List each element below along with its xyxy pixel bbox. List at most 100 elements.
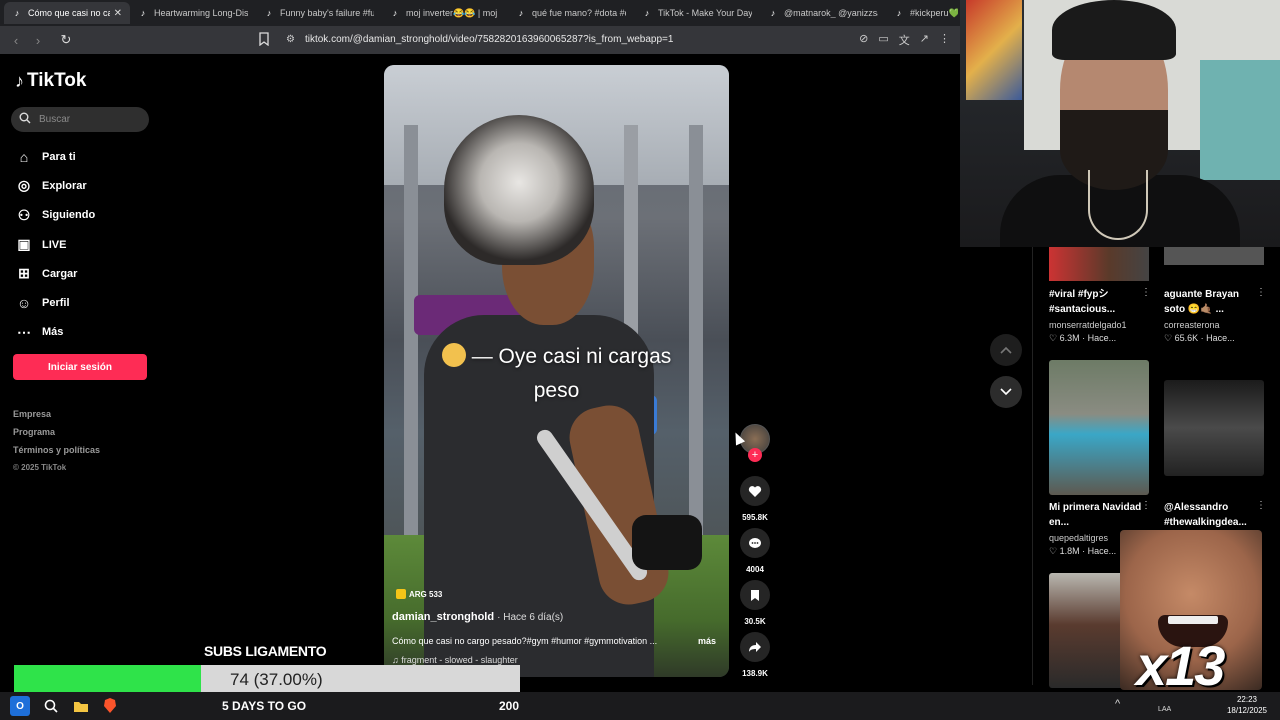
caption-line-1: — Oye casi ni cargas (471, 345, 672, 368)
sidebar-item-cargar[interactable]: ⊞ Cargar (14, 259, 95, 288)
related-title[interactable]: aguante Brayan soto 😁🤙🏽 ... (1164, 287, 1259, 317)
related-thumbnail[interactable] (1049, 247, 1149, 281)
related-thumbnail[interactable] (1164, 380, 1264, 476)
related-title[interactable]: #viral #fypシ #santacious... (1049, 287, 1144, 317)
related-divider (1032, 245, 1033, 685)
brave-browser-icon[interactable] (100, 696, 120, 716)
clock[interactable]: 22:23 18/12/2025 (1224, 694, 1270, 716)
previous-video-button[interactable] (990, 334, 1022, 366)
related-title[interactable]: @Alessandro #thewalkingdea... (1164, 500, 1259, 530)
sidebar-item-siguiendo[interactable]: ⚇ Siguiendo (14, 201, 95, 230)
language-indicator[interactable]: LAA (1158, 706, 1171, 713)
post-time: · Hace 6 día(s) (497, 612, 564, 623)
tray-expand-icon[interactable]: ^ (1115, 698, 1120, 710)
footer-link-empresa[interactable]: Empresa (13, 408, 100, 426)
browser-tab[interactable]: ♪ @matnarok_ @yanizzsala (760, 2, 886, 24)
save-action[interactable]: 30.5K (740, 580, 770, 626)
browser-tab[interactable]: ♪ Funny baby's failure #funn (256, 2, 382, 24)
share-count: 138.9K (742, 669, 768, 678)
browser-tab-active[interactable]: ♪ Cómo que casi no car ✕ (4, 2, 130, 24)
search-input[interactable] (39, 114, 139, 125)
related-stats: ♡ 6.3M · Hace... (1049, 333, 1117, 343)
video-player[interactable]: — Oye casi ni cargas peso ARG 533 damian… (384, 65, 729, 677)
search-box[interactable] (11, 107, 149, 132)
tab-label: TikTok - Make Your Day (658, 8, 752, 18)
bookmark-icon[interactable] (740, 580, 770, 610)
forward-icon[interactable]: › (28, 30, 48, 50)
sidebar-item-mas[interactable]: ⋯ Más (14, 318, 95, 347)
url-field[interactable]: ⚙ tiktok.com/@damian_stronghold/video/758… (286, 34, 673, 45)
search-icon (19, 112, 31, 127)
footer-link-terminos[interactable]: Términos y políticas (13, 444, 100, 462)
browser-tab[interactable]: ♪ Heartwarming Long-Dista (130, 2, 256, 24)
related-menu-icon[interactable]: ⋮ (1141, 287, 1151, 298)
tiktok-favicon-icon: ♪ (392, 8, 398, 18)
video-description: Cómo que casi no cargo pesado?#gym #humo… (392, 636, 658, 646)
save-count: 30.5K (744, 617, 766, 626)
comment-icon[interactable] (740, 528, 770, 558)
related-menu-icon[interactable]: ⋮ (1256, 287, 1266, 298)
location-badge[interactable]: ARG 533 (396, 589, 442, 599)
video-author[interactable]: damian_stronghold · Hace 6 día(s) (392, 611, 563, 623)
browser-tab[interactable]: ♪ moj inverter😂😂 | moj in (382, 2, 508, 24)
related-user[interactable]: monserratdelgado1 (1049, 320, 1127, 330)
related-thumbnail[interactable] (1049, 360, 1149, 495)
compass-icon: ◎ (17, 177, 31, 194)
screen: ♪ Cómo que casi no car ✕ ♪ Heartwarming … (0, 0, 1280, 720)
home-icon: ⌂ (19, 148, 29, 165)
translate-icon[interactable]: 文 (899, 32, 910, 48)
search-taskbar-icon[interactable] (41, 696, 61, 716)
share-arrow-icon[interactable] (740, 632, 770, 662)
related-menu-icon[interactable]: ⋮ (1141, 500, 1151, 511)
sidebar-item-label: Cargar (42, 267, 78, 280)
browser-tab[interactable]: ♪ qué fue mano? #dota #do (508, 2, 634, 24)
music-track[interactable]: ♫ fragment - slowed - slaughter (392, 655, 518, 665)
extensions-icon[interactable]: ⋮ (939, 32, 950, 48)
meme-multiplier: x13 (1136, 634, 1225, 697)
sidebar-item-explorar[interactable]: ◎ Explorar (14, 171, 95, 200)
webcam-streamer-hat (1052, 0, 1176, 60)
sidebar-item-para-ti[interactable]: ⌂ Para ti (14, 142, 95, 171)
days-to-go: 5 DAYS TO GO (222, 699, 307, 713)
sidebar-item-live[interactable]: ▣ LIVE (14, 230, 95, 259)
related-thumbnail[interactable] (1164, 247, 1264, 265)
sub-goal-title: SUBS LIGAMENTO (204, 643, 327, 659)
picture-in-picture-icon[interactable]: ▭ (878, 32, 888, 48)
video-frame-bandana (444, 115, 594, 265)
comment-action[interactable]: 4004 (740, 528, 770, 574)
media-off-icon[interactable]: ⊘ (859, 32, 868, 48)
sub-goal-target: 200 (499, 699, 520, 713)
outlook-icon[interactable]: O (10, 696, 30, 716)
close-tab-icon[interactable]: ✕ (114, 8, 122, 19)
sidebar-footer: Empresa Programa Términos y políticas © … (13, 408, 100, 480)
site-info-icon[interactable]: ⚙ (286, 34, 295, 45)
related-menu-icon[interactable]: ⋮ (1256, 500, 1266, 511)
share-action[interactable]: 138.9K (740, 632, 770, 678)
like-action[interactable]: 595.8K (740, 476, 770, 522)
heart-icon[interactable] (740, 476, 770, 506)
reload-icon[interactable]: ↻ (56, 30, 76, 50)
next-video-button[interactable] (990, 376, 1022, 408)
webcam-poster (966, 0, 1022, 100)
webcam-background-object (1200, 60, 1280, 180)
follow-button[interactable]: + (748, 448, 762, 462)
file-explorer-icon[interactable] (71, 696, 91, 716)
related-title[interactable]: Mi primera Navidad en... (1049, 500, 1144, 530)
related-user[interactable]: quepedaltigres (1049, 533, 1108, 543)
login-button[interactable]: Iniciar sesión (13, 354, 147, 380)
tab-label: moj inverter😂😂 | moj in (406, 7, 500, 18)
related-user[interactable]: correasterona (1164, 320, 1220, 330)
video-frame-machine (689, 125, 703, 545)
more-link[interactable]: más (698, 636, 716, 646)
caption-line-2: peso (533, 379, 580, 402)
browser-tab[interactable]: ♪ #kickperu💚 (886, 2, 966, 24)
footer-link-programa[interactable]: Programa (13, 426, 100, 444)
sidebar-nav: ⌂ Para ti ◎ Explorar ⚇ Siguiendo ▣ LIVE … (14, 142, 95, 347)
browser-tab[interactable]: ♪ TikTok - Make Your Day (634, 2, 760, 24)
author-name[interactable]: damian_stronghold (392, 611, 494, 623)
back-icon[interactable]: ‹ (6, 30, 26, 50)
share-icon[interactable]: ↗ (920, 32, 929, 48)
bookmark-icon[interactable] (258, 32, 272, 48)
tiktok-logo[interactable]: ♪ TikTok (15, 70, 86, 92)
sidebar-item-perfil[interactable]: ☺ Perfil (14, 288, 95, 317)
